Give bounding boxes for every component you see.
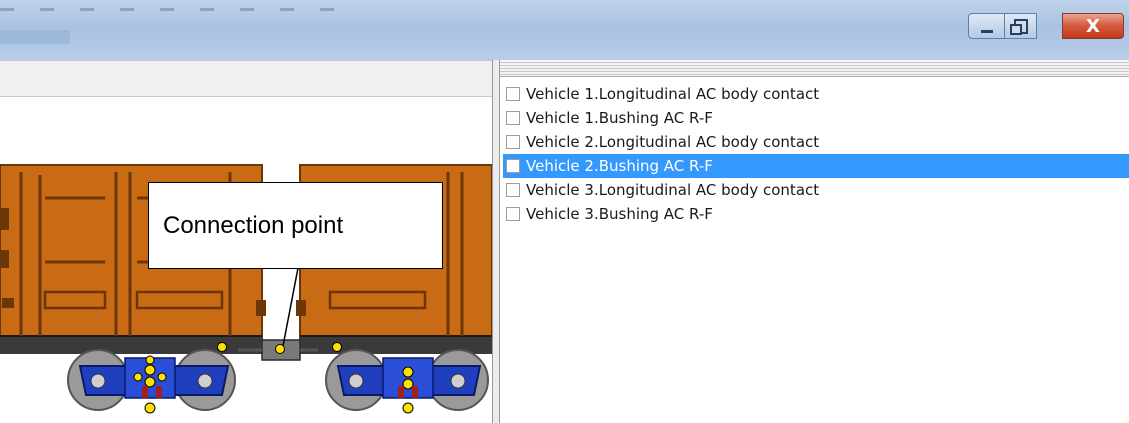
checkbox[interactable] bbox=[506, 111, 520, 125]
item-label: Vehicle 3.Longitudinal AC body contact bbox=[526, 181, 820, 199]
close-icon: X bbox=[1086, 15, 1100, 37]
force-element-list-pane: Vehicle 1.Longitudinal AC body contact V… bbox=[500, 60, 1129, 423]
title-subtext-blurred bbox=[0, 30, 70, 44]
item-label: Vehicle 3.Bushing AC R-F bbox=[526, 205, 713, 223]
window-title-bar[interactable]: X bbox=[0, 0, 1129, 60]
callout-pointer bbox=[282, 267, 299, 347]
title-text-blurred bbox=[0, 8, 350, 11]
checkbox[interactable] bbox=[506, 183, 520, 197]
checkbox[interactable] bbox=[506, 207, 520, 221]
item-label: Vehicle 1.Longitudinal AC body contact bbox=[526, 85, 820, 103]
list-item[interactable]: Vehicle 2.Longitudinal AC body contact bbox=[503, 130, 1129, 154]
view-toolbar bbox=[0, 60, 492, 97]
checkbox[interactable] bbox=[506, 159, 520, 173]
pane-splitter[interactable] bbox=[492, 60, 500, 423]
connection-point-callout: Connection point bbox=[148, 182, 443, 269]
minimize-icon bbox=[980, 29, 993, 33]
list-item[interactable]: Vehicle 1.Longitudinal AC body contact bbox=[503, 82, 1129, 106]
list-header-grip[interactable] bbox=[500, 60, 1129, 77]
minimize-button[interactable] bbox=[968, 13, 1005, 39]
bogie-2 bbox=[325, 349, 489, 414]
bogie-1 bbox=[67, 349, 236, 414]
list-item[interactable]: Vehicle 3.Longitudinal AC body contact bbox=[503, 178, 1129, 202]
item-label: Vehicle 2.Bushing AC R-F bbox=[526, 157, 713, 175]
list-item[interactable]: Vehicle 1.Bushing AC R-F bbox=[503, 106, 1129, 130]
callout-label: Connection point bbox=[163, 211, 344, 239]
list-item-selected[interactable]: Vehicle 2.Bushing AC R-F bbox=[503, 154, 1129, 178]
list-item[interactable]: Vehicle 3.Bushing AC R-F bbox=[503, 202, 1129, 226]
restore-icon bbox=[1009, 18, 1028, 35]
maximize-button[interactable] bbox=[1005, 13, 1037, 39]
close-button[interactable]: X bbox=[1062, 13, 1124, 39]
item-label: Vehicle 2.Longitudinal AC body contact bbox=[526, 133, 820, 151]
checkbox[interactable] bbox=[506, 87, 520, 101]
force-element-list: Vehicle 1.Longitudinal AC body contact V… bbox=[503, 82, 1129, 226]
checkbox[interactable] bbox=[506, 135, 520, 149]
item-label: Vehicle 1.Bushing AC R-F bbox=[526, 109, 713, 127]
